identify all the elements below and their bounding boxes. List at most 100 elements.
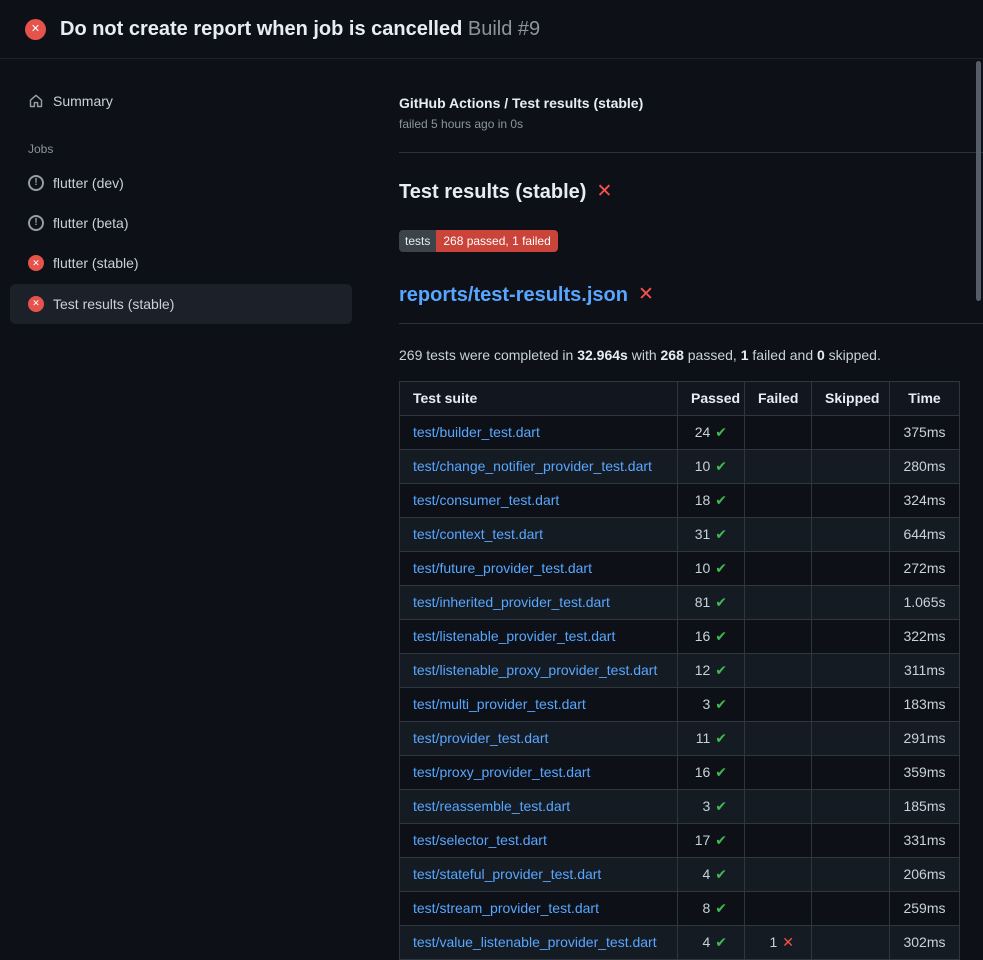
check-icon: ✔ [715, 832, 727, 848]
test-suite-link[interactable]: test/provider_test.dart [413, 730, 548, 746]
skipped-cell [812, 857, 890, 891]
failed-cell [745, 789, 812, 823]
sidebar-item-flutter-stable[interactable]: ✕ flutter (stable) [10, 243, 352, 283]
failed-status-icon: ✕ [25, 19, 46, 40]
passed-cell: 16✔ [678, 619, 745, 653]
run-status-line: failed 5 hours ago in 0s [399, 116, 983, 133]
test-suite-link[interactable]: test/multi_provider_test.dart [413, 696, 586, 712]
jobs-section-label: Jobs [28, 141, 352, 158]
passed-count: 10 [695, 560, 711, 576]
check-icon: ✔ [715, 526, 727, 542]
sidebar-item-flutter-dev[interactable]: ! flutter (dev) [10, 163, 352, 203]
table-row: test/selector_test.dart17✔331ms [400, 823, 960, 857]
table-row: test/value_listenable_provider_test.dart… [400, 925, 960, 959]
passed-count: 10 [695, 458, 711, 474]
test-suite-link[interactable]: test/listenable_provider_test.dart [413, 628, 615, 644]
test-suite-link[interactable]: test/stateful_provider_test.dart [413, 866, 601, 882]
table-row: test/builder_test.dart24✔375ms [400, 415, 960, 449]
passed-cell: 18✔ [678, 483, 745, 517]
sidebar-item-flutter-beta[interactable]: ! flutter (beta) [10, 203, 352, 243]
test-suite-link[interactable]: test/consumer_test.dart [413, 492, 559, 508]
passed-count: 4 [702, 934, 710, 950]
time-cell: 291ms [890, 721, 960, 755]
header-test-suite: Test suite [400, 381, 678, 415]
scrollbar-thumb[interactable] [976, 61, 981, 301]
main-content: GitHub Actions / Test results (stable) f… [390, 59, 983, 960]
passed-cell: 4✔ [678, 857, 745, 891]
job-label: flutter (stable) [53, 253, 139, 273]
section-title: Test results (stable) ✕ [399, 178, 983, 207]
time-cell: 259ms [890, 891, 960, 925]
header-passed: Passed [678, 381, 745, 415]
test-suite-link[interactable]: test/value_listenable_provider_test.dart [413, 934, 657, 950]
section-title-text: Test results (stable) [399, 178, 586, 207]
suite-cell: test/proxy_provider_test.dart [400, 755, 678, 789]
time-cell: 359ms [890, 755, 960, 789]
passed-cell: 17✔ [678, 823, 745, 857]
summary-text: 269 tests were completed in [399, 347, 577, 363]
summary-passed-count: 268 [661, 347, 684, 363]
sidebar: Summary Jobs ! flutter (dev) ! flutter (… [0, 59, 390, 324]
neutral-status-icon: ! [28, 215, 44, 231]
sidebar-item-test-results-stable[interactable]: ✕ Test results (stable) [10, 284, 352, 324]
test-suite-link[interactable]: test/reassemble_test.dart [413, 798, 570, 814]
passed-cell: 3✔ [678, 687, 745, 721]
neutral-status-icon: ! [28, 175, 44, 191]
time-cell: 644ms [890, 517, 960, 551]
test-suite-link[interactable]: test/builder_test.dart [413, 424, 540, 440]
suite-cell: test/stream_provider_test.dart [400, 891, 678, 925]
suite-cell: test/selector_test.dart [400, 823, 678, 857]
test-results-table: Test suite Passed Failed Skipped Time te… [399, 381, 960, 960]
failed-count: 1 [769, 934, 777, 950]
check-icon: ✔ [715, 662, 727, 678]
summary-text: passed, [684, 347, 741, 363]
passed-count: 3 [702, 798, 710, 814]
suite-cell: test/change_notifier_provider_test.dart [400, 449, 678, 483]
skipped-cell [812, 483, 890, 517]
passed-count: 81 [695, 594, 711, 610]
table-row: test/future_provider_test.dart 10✔ 272ms [400, 551, 960, 585]
header-failed: Failed [745, 381, 812, 415]
home-icon [28, 93, 44, 109]
table-row: test/listenable_provider_test.dart16✔322… [400, 619, 960, 653]
sidebar-item-summary[interactable]: Summary [10, 81, 352, 121]
skipped-cell [812, 925, 890, 959]
skipped-cell [812, 517, 890, 551]
time-cell: 272ms [890, 551, 960, 585]
test-suite-link[interactable]: test/proxy_provider_test.dart [413, 764, 590, 780]
report-link[interactable]: reports/test-results.json [399, 281, 628, 310]
skipped-cell [812, 687, 890, 721]
skipped-cell [812, 551, 890, 585]
test-suite-link[interactable]: test/change_notifier_provider_test.dart [413, 458, 652, 474]
cross-icon: ✕ [782, 934, 794, 950]
test-suite-link[interactable]: test/listenable_proxy_provider_test.dart [413, 662, 657, 678]
summary-text: with [628, 347, 661, 363]
table-row: test/context_test.dart 31✔ 644ms [400, 517, 960, 551]
sidebar-summary-label: Summary [53, 91, 113, 111]
check-icon: ✔ [715, 594, 727, 610]
passed-cell: 31✔ [678, 517, 745, 551]
failed-x-icon: ✕ [638, 281, 654, 309]
check-icon: ✔ [715, 934, 727, 950]
test-suite-link[interactable]: test/future_provider_test.dart [413, 560, 592, 576]
job-label: flutter (dev) [53, 173, 124, 193]
test-suite-link[interactable]: test/inherited_provider_test.dart [413, 594, 610, 610]
check-icon: ✔ [715, 560, 727, 576]
failed-cell [745, 755, 812, 789]
jobs-list: ! flutter (dev) ! flutter (beta) ✕ flutt… [10, 163, 352, 324]
job-label: Test results (stable) [53, 294, 174, 314]
badge-value: 268 passed, 1 failed [436, 230, 557, 252]
test-suite-link[interactable]: test/selector_test.dart [413, 832, 547, 848]
passed-count: 3 [702, 696, 710, 712]
test-suite-link[interactable]: test/context_test.dart [413, 526, 543, 542]
test-suite-link[interactable]: test/stream_provider_test.dart [413, 900, 599, 916]
suite-cell: test/value_listenable_provider_test.dart [400, 925, 678, 959]
suite-cell: test/consumer_test.dart [400, 483, 678, 517]
time-cell: 324ms [890, 483, 960, 517]
suite-cell: test/context_test.dart [400, 517, 678, 551]
check-icon: ✔ [715, 424, 727, 440]
skipped-cell [812, 755, 890, 789]
check-icon: ✔ [715, 492, 727, 508]
check-icon: ✔ [715, 764, 727, 780]
passed-cell: 3✔ [678, 789, 745, 823]
